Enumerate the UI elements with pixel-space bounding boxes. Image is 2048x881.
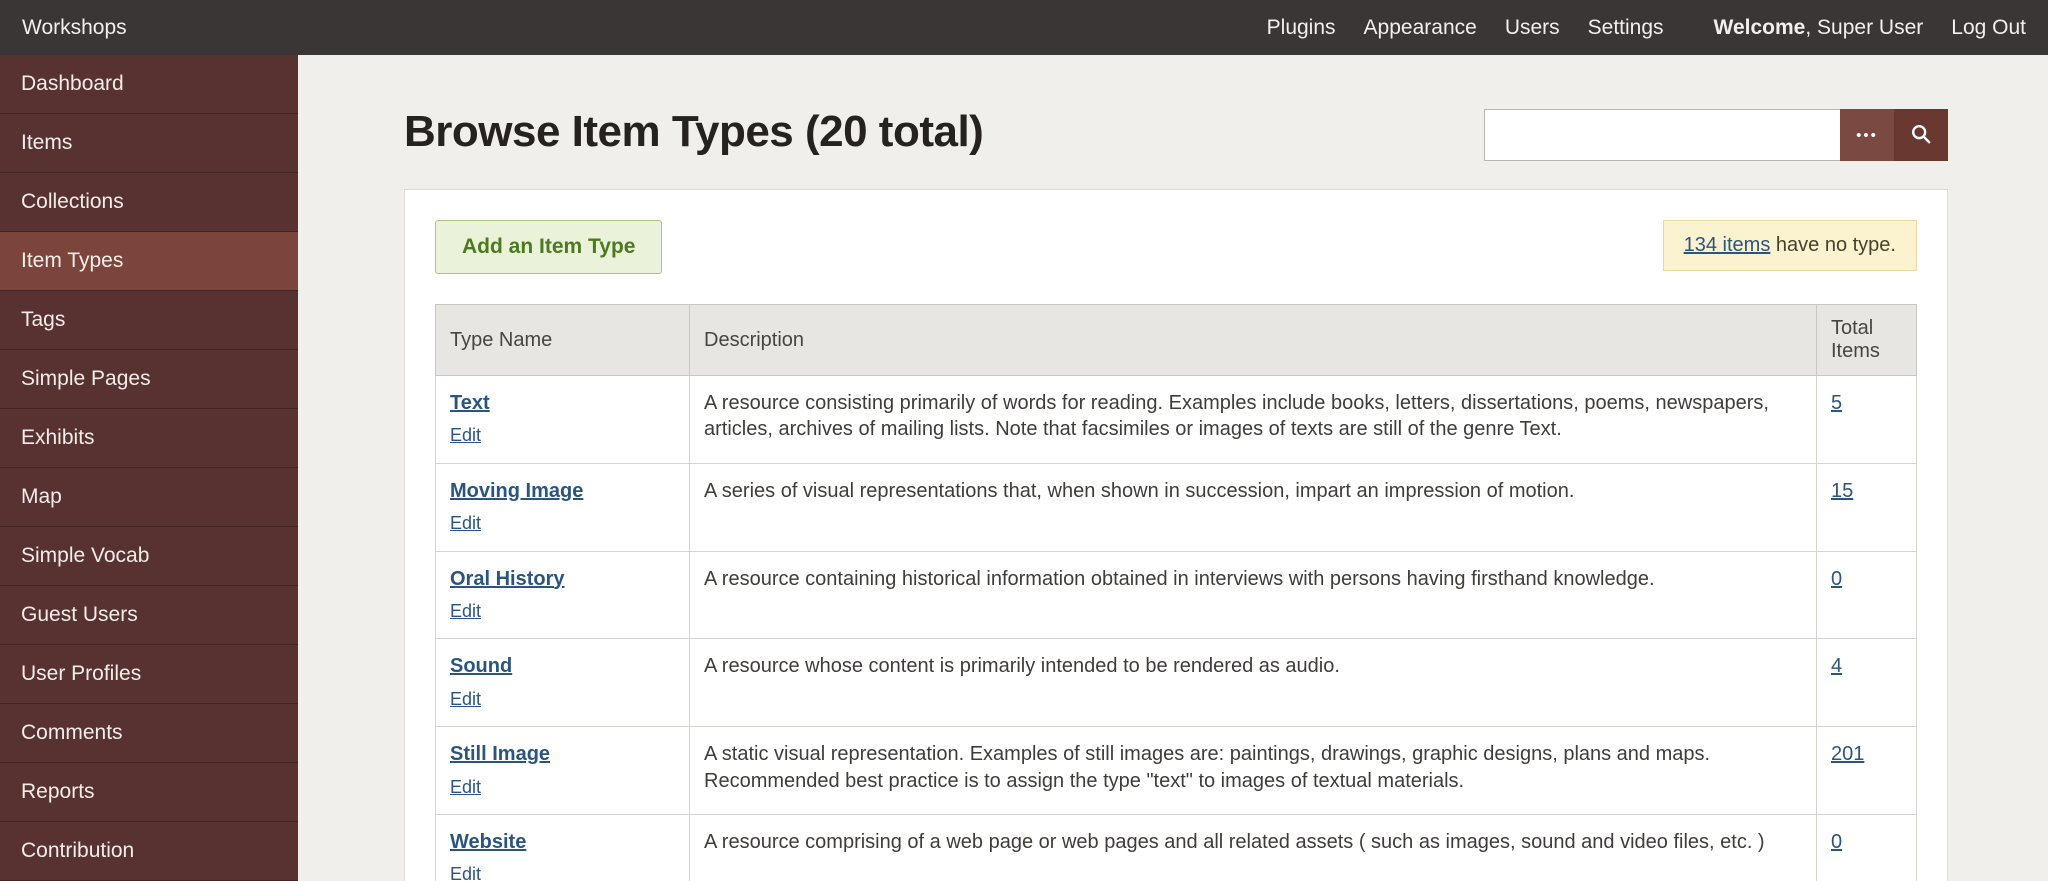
logout-link[interactable]: Log Out (1951, 16, 2026, 40)
type-name-cell: Sound Edit (435, 638, 690, 728)
nav-users[interactable]: Users (1505, 16, 1560, 40)
search-icon (1910, 123, 1932, 148)
type-name-cell: Moving Image Edit (435, 462, 690, 552)
nav-plugins[interactable]: Plugins (1267, 16, 1336, 40)
sidebar-item-collections[interactable]: Collections (0, 173, 298, 232)
edit-link[interactable]: Edit (450, 776, 481, 800)
type-name-link[interactable]: Oral History (450, 566, 564, 592)
total-items-cell: 201 (1816, 726, 1917, 815)
total-items-cell: 4 (1816, 638, 1917, 728)
total-items-cell: 5 (1816, 375, 1917, 464)
main-content: Browse Item Types (20 total) ••• Add an … (298, 55, 2048, 881)
total-items-cell: 15 (1816, 462, 1917, 552)
total-items-link[interactable]: 4 (1831, 655, 1842, 677)
welcome-user: , Super User (1805, 15, 1924, 39)
table-row: Oral History Edit A resource containing … (435, 550, 1917, 640)
total-items-cell: 0 (1816, 550, 1917, 640)
sidebar-item-exhibits[interactable]: Exhibits (0, 409, 298, 468)
site-title-link[interactable]: Workshops (22, 16, 127, 40)
edit-link[interactable]: Edit (450, 863, 481, 881)
table-row: Text Edit A resource consisting primaril… (435, 375, 1917, 464)
sidebar-item-item-types[interactable]: Item Types (0, 232, 298, 291)
sidebar-item-dashboard[interactable]: Dashboard (0, 55, 298, 114)
total-items-link[interactable]: 0 (1831, 831, 1842, 853)
total-items-link[interactable]: 0 (1831, 568, 1842, 590)
type-name-cell: Oral History Edit (435, 550, 690, 640)
items-no-type-link[interactable]: 134 items (1684, 234, 1771, 256)
description-cell: A resource whose content is primarily in… (689, 638, 1817, 728)
total-items-cell: 0 (1816, 813, 1917, 881)
nav-appearance[interactable]: Appearance (1364, 16, 1477, 40)
total-items-link[interactable]: 15 (1831, 480, 1853, 502)
type-name-cell: Text Edit (435, 375, 690, 464)
welcome-bold: Welcome (1713, 15, 1806, 39)
table-row: Sound Edit A resource whose content is p… (435, 638, 1917, 728)
item-types-panel: Add an Item Type 134 items have no type.… (404, 189, 1948, 881)
topbar-nav: Plugins Appearance Users Settings Welcom… (1267, 16, 2026, 40)
sidebar-item-guest-users[interactable]: Guest Users (0, 586, 298, 645)
edit-link[interactable]: Edit (450, 424, 481, 448)
item-types-table: Type Name Description Total Items Text E… (435, 304, 1917, 881)
sidebar-item-contribution[interactable]: Contribution (0, 822, 298, 881)
welcome-text: Welcome, Super User (1714, 16, 1924, 40)
sidebar-item-map[interactable]: Map (0, 468, 298, 527)
total-items-link[interactable]: 201 (1831, 743, 1864, 765)
type-name-link[interactable]: Text (450, 390, 490, 416)
edit-link[interactable]: Edit (450, 512, 481, 536)
no-type-notice: 134 items have no type. (1662, 220, 1917, 271)
admin-topbar: Workshops Plugins Appearance Users Setti… (0, 0, 2048, 55)
sidebar-item-simple-pages[interactable]: Simple Pages (0, 350, 298, 409)
sidebar-item-user-profiles[interactable]: User Profiles (0, 645, 298, 704)
type-name-cell: Website Edit (435, 813, 690, 881)
admin-sidebar: Dashboard Items Collections Item Types T… (0, 55, 298, 881)
description-cell: A series of visual representations that,… (689, 462, 1817, 552)
header-type-name: Type Name (435, 304, 690, 376)
edit-link[interactable]: Edit (450, 688, 481, 712)
description-cell: A resource comprising of a web page or w… (689, 813, 1817, 881)
search-input[interactable] (1484, 109, 1840, 161)
header-total-items: Total Items (1816, 304, 1917, 376)
nav-settings[interactable]: Settings (1588, 16, 1664, 40)
edit-link[interactable]: Edit (450, 600, 481, 624)
type-name-link[interactable]: Still Image (450, 741, 550, 767)
table-header-row: Type Name Description Total Items (435, 304, 1917, 376)
description-cell: A resource consisting primarily of words… (689, 375, 1817, 464)
header-description: Description (689, 304, 1817, 376)
sidebar-item-comments[interactable]: Comments (0, 704, 298, 763)
page-title: Browse Item Types (20 total) (404, 107, 984, 156)
add-item-type-button[interactable]: Add an Item Type (435, 220, 663, 274)
no-type-notice-text: have no type. (1770, 234, 1896, 256)
sidebar-item-simple-vocab[interactable]: Simple Vocab (0, 527, 298, 586)
table-row: Still Image Edit A static visual represe… (435, 726, 1917, 815)
description-cell: A static visual representation. Examples… (689, 726, 1817, 815)
total-items-link[interactable]: 5 (1831, 392, 1842, 414)
table-row: Website Edit A resource comprising of a … (435, 813, 1917, 881)
description-cell: A resource containing historical informa… (689, 550, 1817, 640)
search-bar: ••• (1484, 109, 1948, 161)
table-row: Moving Image Edit A series of visual rep… (435, 462, 1917, 552)
advanced-search-button[interactable]: ••• (1840, 109, 1894, 161)
type-name-link[interactable]: Website (450, 829, 526, 855)
sidebar-item-reports[interactable]: Reports (0, 763, 298, 822)
type-name-link[interactable]: Moving Image (450, 478, 583, 504)
type-name-link[interactable]: Sound (450, 653, 512, 679)
type-name-cell: Still Image Edit (435, 726, 690, 815)
search-button[interactable] (1894, 109, 1948, 161)
sidebar-item-items[interactable]: Items (0, 114, 298, 173)
sidebar-item-tags[interactable]: Tags (0, 291, 298, 350)
